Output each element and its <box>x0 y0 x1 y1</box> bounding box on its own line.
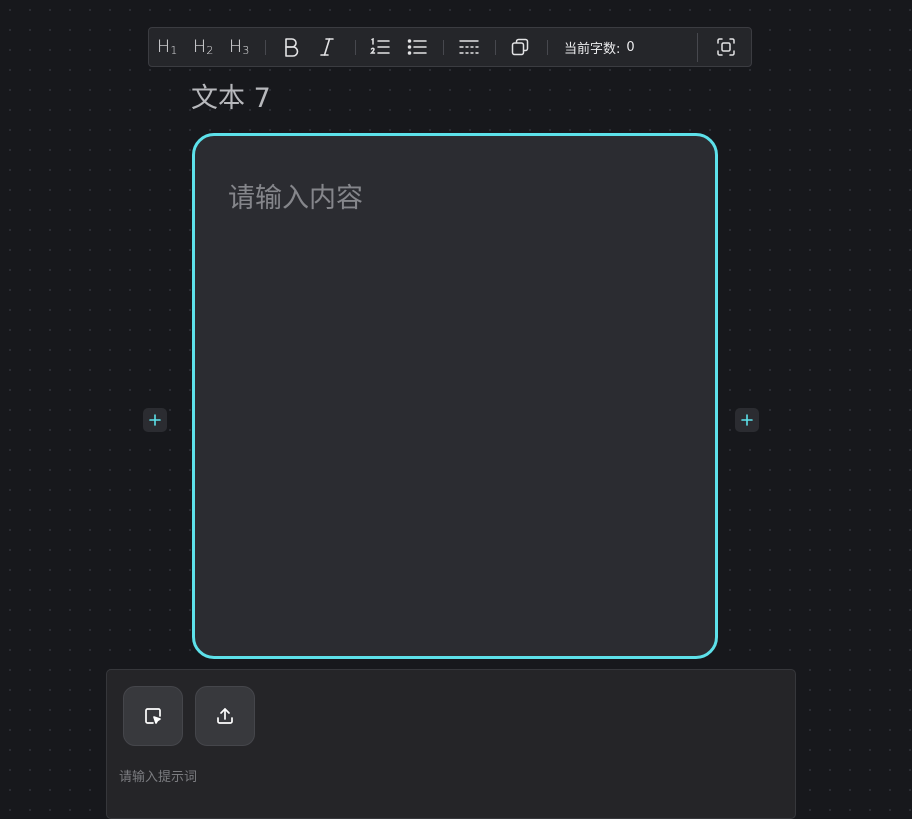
toolbar-divider <box>355 40 356 55</box>
ordered-list-icon <box>370 38 390 54</box>
add-node-left-button[interactable] <box>143 408 167 432</box>
heading-1-button[interactable]: H1 <box>154 34 180 60</box>
editor-placeholder: 请输入内容 <box>228 183 363 214</box>
bullet-list-button[interactable] <box>404 34 430 60</box>
ordered-list-button[interactable] <box>367 34 393 60</box>
italic-button[interactable] <box>314 34 340 60</box>
word-count-value: 0 <box>626 39 635 55</box>
heading-2-button[interactable]: H2 <box>190 34 216 60</box>
bullet-list-icon <box>407 39 427 55</box>
bold-icon <box>285 38 299 57</box>
word-count: 当前字数: 0 <box>564 28 635 66</box>
horizontal-rule-button[interactable] <box>456 34 482 60</box>
bold-button[interactable] <box>278 34 304 60</box>
toolbar-divider <box>697 33 698 62</box>
heading-1-icon: H1 <box>157 36 177 57</box>
toolbar-divider <box>265 40 266 55</box>
add-node-right-button[interactable] <box>735 408 759 432</box>
plus-icon <box>149 414 161 426</box>
heading-3-icon: H3 <box>229 36 249 57</box>
toolbar-divider <box>443 40 444 55</box>
node-title: 文本 7 <box>191 83 271 114</box>
text-editor[interactable]: 请输入内容 <box>192 133 718 659</box>
toolbar-divider <box>547 40 548 55</box>
upload-icon <box>217 708 233 724</box>
editor-toolbar: H1 H2 H3 当前字数: 0 <box>148 27 752 67</box>
plus-icon <box>741 414 753 426</box>
prompt-input[interactable] <box>119 766 779 788</box>
copy-button[interactable] <box>507 34 533 60</box>
italic-icon <box>320 38 334 56</box>
copy-icon <box>511 38 529 56</box>
select-reference-button[interactable] <box>123 686 183 746</box>
fullscreen-button[interactable] <box>713 34 739 60</box>
heading-3-button[interactable]: H3 <box>226 34 252 60</box>
select-cursor-icon <box>145 708 161 724</box>
upload-button[interactable] <box>195 686 255 746</box>
fullscreen-icon <box>717 38 735 56</box>
toolbar-divider <box>495 40 496 55</box>
word-count-label: 当前字数: <box>564 41 621 57</box>
heading-2-icon: H2 <box>193 36 213 57</box>
prompt-panel <box>106 669 796 819</box>
horizontal-rule-icon <box>459 40 479 54</box>
